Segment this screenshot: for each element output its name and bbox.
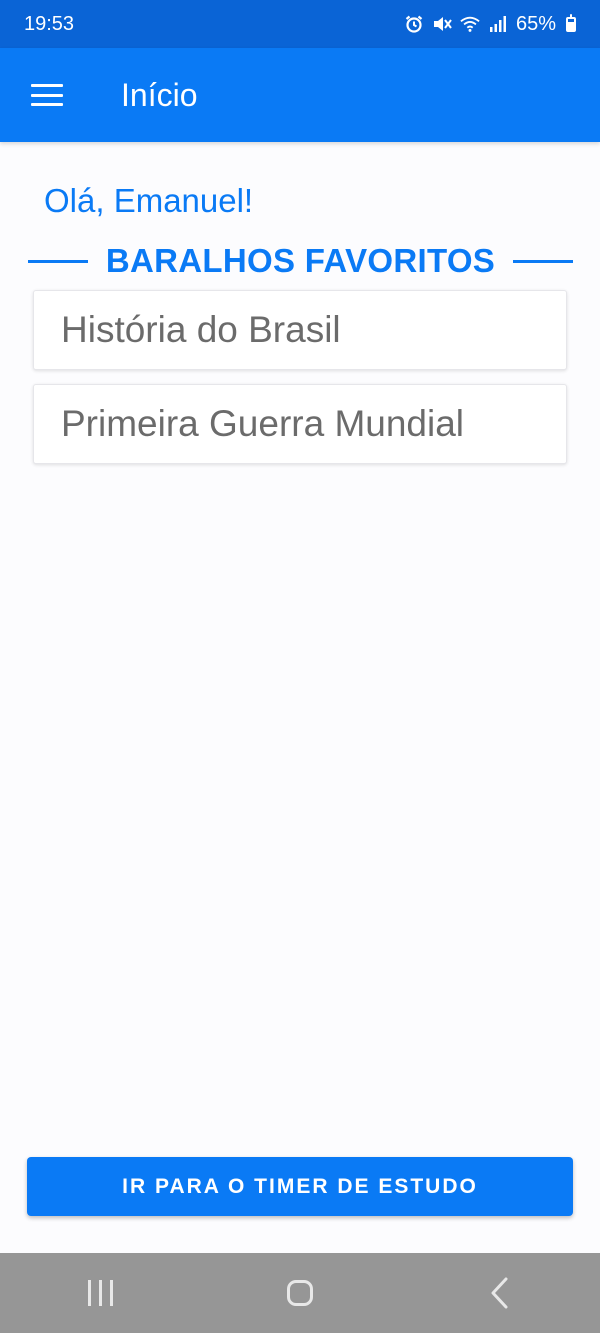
favorites-section-title: BARALHOS FAVORITOS: [105, 242, 496, 279]
system-nav-bar: [0, 1253, 600, 1333]
status-time: 19:53: [24, 12, 75, 35]
battery-icon: [566, 13, 576, 32]
mute-icon: [432, 14, 452, 34]
signal-icon: [488, 14, 508, 34]
menu-button[interactable]: [15, 63, 79, 127]
recents-icon: [87, 1280, 113, 1306]
favorites-section-header: BARALHOS FAVORITOS: [28, 238, 574, 284]
status-icons: 65%: [404, 13, 576, 36]
deck-card-primeira-guerra-mundial[interactable]: Primeira Guerra Mundial: [33, 384, 567, 464]
screen: 19:53 65% Início Olá, Emanuel! BARALHOS …: [0, 0, 600, 1333]
home-icon: [287, 1280, 313, 1306]
app-bar: Início: [0, 48, 600, 142]
divider-right: [513, 259, 574, 263]
favorite-decks-list: História do Brasil Primeira Guerra Mundi…: [33, 290, 567, 478]
back-icon: [491, 1277, 508, 1309]
hamburger-menu-icon: [31, 84, 63, 106]
wifi-icon: [460, 14, 480, 34]
page-title: Início: [121, 76, 198, 113]
back-button[interactable]: [460, 1253, 540, 1333]
home-button[interactable]: [260, 1253, 340, 1333]
study-timer-button[interactable]: IR PARA O TIMER DE ESTUDO: [27, 1157, 573, 1216]
greeting-text: Olá, Emanuel!: [44, 182, 254, 219]
alarm-icon: [404, 14, 424, 34]
deck-card-label: Primeira Guerra Mundial: [61, 403, 465, 444]
battery-percent: 65%: [515, 12, 556, 35]
recents-button[interactable]: [60, 1253, 140, 1333]
divider-left: [28, 259, 88, 263]
status-bar: 19:53 65%: [0, 0, 600, 48]
deck-card-label: História do Brasil: [61, 309, 341, 350]
deck-card-historia-do-brasil[interactable]: História do Brasil: [33, 290, 567, 370]
